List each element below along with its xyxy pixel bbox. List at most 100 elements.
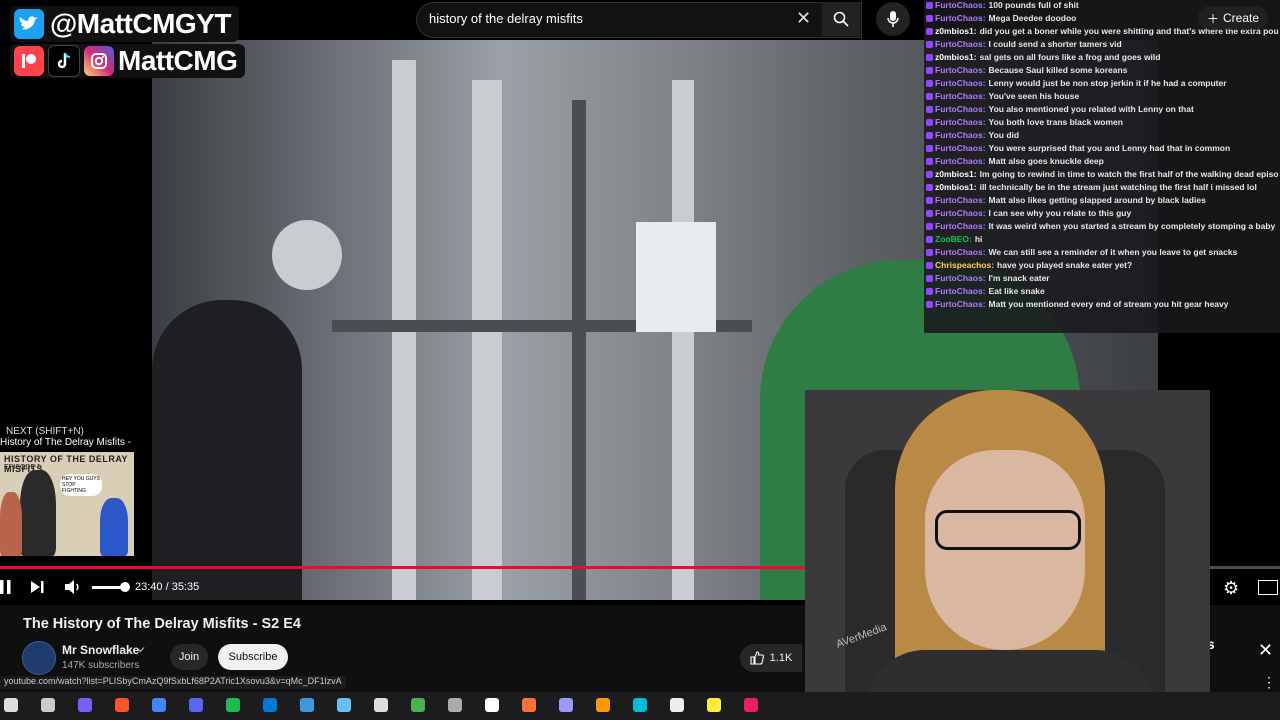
channel-avatar[interactable]	[22, 641, 56, 675]
chat-message: FurtoChaos: We can still see a reminder o…	[926, 248, 1278, 257]
chat-badge-icon	[926, 197, 933, 205]
search-query[interactable]: history of the delray misfits	[429, 11, 583, 26]
next-video-label: NEXT (SHIFT+N)	[6, 426, 84, 437]
chat-username: FurtoChaos:	[935, 209, 986, 218]
gym-pole	[472, 80, 502, 600]
spotify-icon[interactable]	[226, 698, 240, 712]
notes-icon[interactable]	[707, 698, 721, 712]
chat-text: Because Saul killed some koreans	[988, 66, 1128, 75]
chat-message: z0mbios1: Im going to rewind in time to w…	[926, 170, 1278, 179]
chat-badge-icon	[926, 236, 933, 244]
chat-username: FurtoChaos:	[935, 274, 986, 283]
edge-icon[interactable]	[263, 698, 277, 712]
chat-badge-icon	[926, 275, 933, 283]
chat-text: Eat like snake	[988, 287, 1045, 296]
chat-username: FurtoChaos:	[935, 300, 986, 309]
search-button[interactable]	[822, 2, 860, 36]
chat-message: FurtoChaos: Matt also goes knuckle deep	[926, 157, 1278, 166]
chat-badge-icon	[926, 2, 933, 10]
next-button[interactable]	[28, 578, 46, 596]
settings-button[interactable]: ⚙	[1223, 578, 1239, 599]
chat-message: Chrispeachos: have you played snake eater…	[926, 261, 1278, 270]
calculator-icon[interactable]	[670, 698, 684, 712]
discord-icon[interactable]	[189, 698, 203, 712]
twitter-branding: @MattCMGYT	[10, 6, 239, 42]
pause-icon	[0, 580, 11, 594]
next-video-thumbnail[interactable]: HISTORY OF THE DELRAY MISFITS EPISODE 5 …	[0, 452, 134, 556]
chat-username: ZooBEO:	[935, 235, 972, 244]
like-count: 1.1K	[769, 652, 793, 664]
pause-button[interactable]	[0, 578, 14, 596]
chat-badge-icon	[926, 15, 933, 23]
chat-text: I'm snack eater	[988, 274, 1050, 283]
steam-icon[interactable]	[337, 698, 351, 712]
vscode-icon[interactable]	[300, 698, 314, 712]
chat-text: Mega Deedee doodoo	[988, 14, 1077, 23]
chat-text: You both love trans black women	[988, 118, 1123, 127]
verified-icon: ✔	[138, 645, 146, 655]
chat-message: FurtoChaos: You also mentioned you relate…	[926, 105, 1278, 114]
status-url: youtube.com/watch?list=PLISbyCmAzQ9fSxbL…	[0, 676, 346, 689]
volume-slider-handle[interactable]	[120, 582, 130, 592]
theater-mode-button[interactable]	[1258, 580, 1278, 595]
chat-badge-icon	[926, 119, 933, 127]
social-handle: MattCMG	[118, 45, 238, 76]
chat-badge-icon	[926, 28, 933, 36]
chat-badge-icon	[926, 158, 933, 166]
chat-badge-icon	[926, 132, 933, 140]
chat-badge-icon	[926, 210, 933, 218]
chat-badge-icon	[926, 54, 933, 62]
chat-text: Im going to rewind in time to watch the …	[979, 170, 1278, 179]
start-icon[interactable]	[4, 698, 18, 712]
minecraft-icon[interactable]	[411, 698, 425, 712]
chat-username: z0mbios1:	[935, 53, 977, 62]
create-label: Create	[1222, 11, 1260, 25]
taskview-icon[interactable]	[41, 698, 55, 712]
chat-username: FurtoChaos:	[935, 105, 986, 114]
subscribe-button[interactable]: Subscribe	[218, 644, 288, 670]
channel-name[interactable]: Mr Snowflake	[62, 643, 139, 657]
voice-search-button[interactable]	[876, 2, 910, 36]
mute-button[interactable]	[64, 579, 82, 595]
premiere-icon[interactable]	[559, 698, 573, 712]
firefox-icon[interactable]	[522, 698, 536, 712]
chat-badge-icon	[926, 106, 933, 114]
create-button[interactable]: ＋ Create	[1198, 6, 1268, 30]
next-video-title[interactable]: History of The Delray Misfits - Season	[0, 437, 134, 448]
chat-username: FurtoChaos:	[935, 92, 986, 101]
chat-message: FurtoChaos: You both love trans black wom…	[926, 118, 1278, 127]
chat-username: FurtoChaos:	[935, 196, 986, 205]
obs-icon[interactable]	[485, 698, 499, 712]
close-icon[interactable]: ✕	[1258, 640, 1273, 661]
twitter-icon	[14, 9, 44, 39]
chat-username: FurtoChaos:	[935, 118, 986, 127]
more-options-icon[interactable]: ⋮	[1262, 674, 1276, 691]
chat-username: FurtoChaos:	[935, 131, 986, 140]
chat-badge-icon	[926, 41, 933, 49]
chat-text: We can still see a reminder of it when y…	[988, 248, 1238, 257]
chat-badge-icon	[926, 171, 933, 179]
tool-icon[interactable]	[633, 698, 647, 712]
progress-bar-played	[0, 566, 852, 569]
plus-icon: ＋	[1206, 11, 1219, 26]
close-icon[interactable]: ✕	[796, 8, 811, 29]
blender-icon[interactable]	[596, 698, 610, 712]
chrome-icon[interactable]	[152, 698, 166, 712]
chat-username: FurtoChaos:	[935, 1, 986, 10]
person-left	[152, 300, 302, 600]
chat-username: FurtoChaos:	[935, 248, 986, 257]
join-button[interactable]: Join	[170, 644, 208, 670]
app-icon[interactable]	[448, 698, 462, 712]
brave-icon[interactable]	[115, 698, 129, 712]
skip-next-icon	[31, 581, 44, 593]
twitter-handle: @MattCMGYT	[50, 8, 231, 39]
chat-text: You've seen his house	[988, 92, 1080, 101]
chat-badge-icon	[926, 80, 933, 88]
instagram-icon	[84, 46, 114, 76]
like-button[interactable]: 1.1K	[740, 644, 802, 672]
copilot-icon[interactable]	[78, 698, 92, 712]
gym-pole	[572, 100, 586, 600]
chat-username: FurtoChaos:	[935, 144, 986, 153]
epic-icon[interactable]	[374, 698, 388, 712]
game-icon[interactable]	[744, 698, 758, 712]
